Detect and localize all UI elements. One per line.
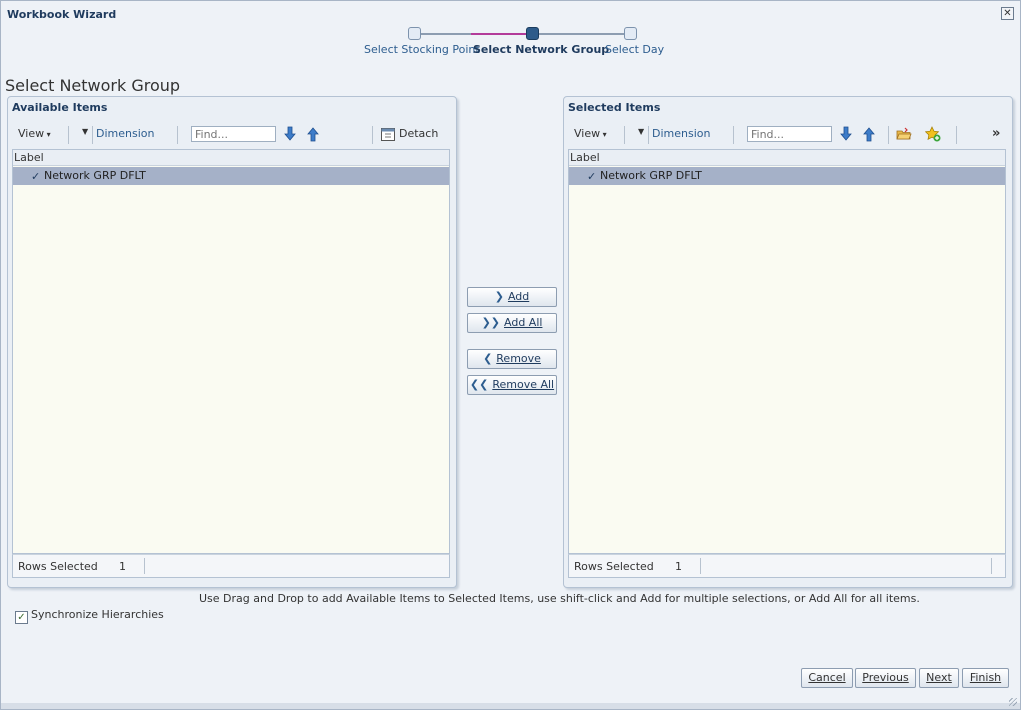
available-items-table: Label ✓ Network GRP DFLT xyxy=(12,149,450,554)
double-chevron-right-icon: ❯❯ xyxy=(481,316,500,329)
selected-items-header: Selected Items xyxy=(568,101,661,114)
cancel-button[interactable]: Cancel xyxy=(801,668,853,688)
remove-label: Remove xyxy=(496,352,541,365)
rows-selected-count: 1 xyxy=(119,560,126,573)
table-row[interactable]: ✓ Network GRP DFLT xyxy=(13,167,449,185)
rows-selected-label: Rows Selected xyxy=(574,560,654,573)
column-header-label[interactable]: Label xyxy=(569,150,1005,166)
toolbar-separator xyxy=(648,126,649,144)
train-stop-day[interactable] xyxy=(624,27,637,40)
toolbar-separator xyxy=(177,126,178,144)
workbook-wizard-dialog: Workbook Wizard ✕ Select Stocking Point … xyxy=(0,0,1021,710)
find-input[interactable] xyxy=(747,126,832,142)
selected-items-panel: Selected Items View ▼ Dimension » Label … xyxy=(563,96,1013,588)
train-connector xyxy=(539,33,631,35)
available-items-panel: Available Items View ▼ Dimension Detach … xyxy=(7,96,457,588)
view-menu[interactable]: View xyxy=(574,127,607,140)
train-connector xyxy=(415,33,531,35)
train-stop-network-group xyxy=(526,27,539,40)
footer-separator xyxy=(991,558,992,574)
next-label: Next xyxy=(926,671,952,684)
chevron-down-icon[interactable]: ▼ xyxy=(638,127,644,136)
rows-selected-label: Rows Selected xyxy=(18,560,98,573)
train-progress xyxy=(471,33,531,35)
toolbar-separator xyxy=(68,126,69,144)
instruction-text: Use Drag and Drop to add Available Items… xyxy=(199,592,920,605)
arrow-up-icon[interactable] xyxy=(305,126,321,142)
double-chevron-left-icon: ❮❮ xyxy=(469,378,489,391)
train-label-day[interactable]: Select Day xyxy=(605,43,664,56)
synchronize-checkbox[interactable]: ✓ xyxy=(15,611,28,624)
synchronize-hierarchies: ✓ Synchronize Hierarchies xyxy=(15,608,164,624)
check-icon: ✓ xyxy=(587,170,597,183)
dimension-selector[interactable]: Dimension xyxy=(652,127,710,140)
add-button[interactable]: ❯ Add xyxy=(467,287,557,307)
toolbar-separator xyxy=(888,126,889,144)
add-all-button[interactable]: ❯❯ Add All xyxy=(467,313,557,333)
wizard-train: Select Stocking Point Select Network Gro… xyxy=(361,27,664,59)
arrow-up-icon[interactable] xyxy=(861,126,877,142)
toolbar-separator xyxy=(956,126,957,144)
available-toolbar: View ▼ Dimension Detach xyxy=(12,124,450,146)
close-icon[interactable]: ✕ xyxy=(1001,7,1014,20)
toolbar-separator xyxy=(372,126,373,144)
finish-label: Finish xyxy=(969,671,1002,684)
row-label: Network GRP DFLT xyxy=(600,169,702,182)
toolbar-separator xyxy=(624,126,625,144)
dialog-title: Workbook Wizard xyxy=(7,8,117,21)
table-row[interactable]: ✓ Network GRP DFLT xyxy=(569,167,1005,185)
selected-toolbar: View ▼ Dimension » xyxy=(568,124,1006,146)
detach-button[interactable]: Detach xyxy=(399,127,438,140)
dialog-bottom-bar xyxy=(1,703,1020,709)
rows-selected-count: 1 xyxy=(675,560,682,573)
page-title: Select Network Group xyxy=(5,76,181,95)
next-button[interactable]: Next xyxy=(919,668,959,688)
chevron-down-icon[interactable]: ▼ xyxy=(82,127,88,136)
detach-icon[interactable] xyxy=(380,126,396,142)
train-label-network-group: Select Network Group xyxy=(473,43,610,56)
resize-grip-icon[interactable] xyxy=(1009,698,1017,706)
selected-items-table: Label ✓ Network GRP DFLT xyxy=(568,149,1006,554)
arrow-down-icon[interactable] xyxy=(838,126,854,142)
overflow-icon[interactable]: » xyxy=(992,126,1000,141)
remove-all-label: Remove All xyxy=(492,378,555,391)
cancel-label: Cancel xyxy=(808,671,846,684)
arrow-down-icon[interactable] xyxy=(282,126,298,142)
previous-label: Previous xyxy=(862,671,909,684)
add-all-label: Add All xyxy=(504,316,543,329)
dimension-selector[interactable]: Dimension xyxy=(96,127,154,140)
add-label: Add xyxy=(507,290,530,303)
row-label: Network GRP DFLT xyxy=(44,169,146,182)
selected-footer: Rows Selected 1 xyxy=(568,554,1006,578)
footer-separator xyxy=(700,558,701,574)
chevron-right-icon: ❯ xyxy=(494,290,504,303)
finish-button[interactable]: Finish xyxy=(962,668,1009,688)
toolbar-separator xyxy=(733,126,734,144)
train-label-stocking-point[interactable]: Select Stocking Point xyxy=(364,43,480,56)
star-add-icon[interactable] xyxy=(925,126,941,142)
check-icon: ✓ xyxy=(31,170,41,183)
footer-separator xyxy=(144,558,145,574)
chevron-left-icon: ❮ xyxy=(483,352,493,365)
folder-open-icon[interactable] xyxy=(896,126,912,142)
available-footer: Rows Selected 1 xyxy=(12,554,450,578)
remove-all-button[interactable]: ❮❮ Remove All xyxy=(467,375,557,395)
train-stop-stocking-point[interactable] xyxy=(408,27,421,40)
remove-button[interactable]: ❮ Remove xyxy=(467,349,557,369)
previous-button[interactable]: Previous xyxy=(855,668,916,688)
available-items-header: Available Items xyxy=(12,101,108,114)
synchronize-label[interactable]: Synchronize Hierarchies xyxy=(31,608,164,621)
find-input[interactable] xyxy=(191,126,276,142)
view-menu[interactable]: View xyxy=(18,127,51,140)
column-header-label[interactable]: Label xyxy=(13,150,449,166)
toolbar-separator xyxy=(92,126,93,144)
